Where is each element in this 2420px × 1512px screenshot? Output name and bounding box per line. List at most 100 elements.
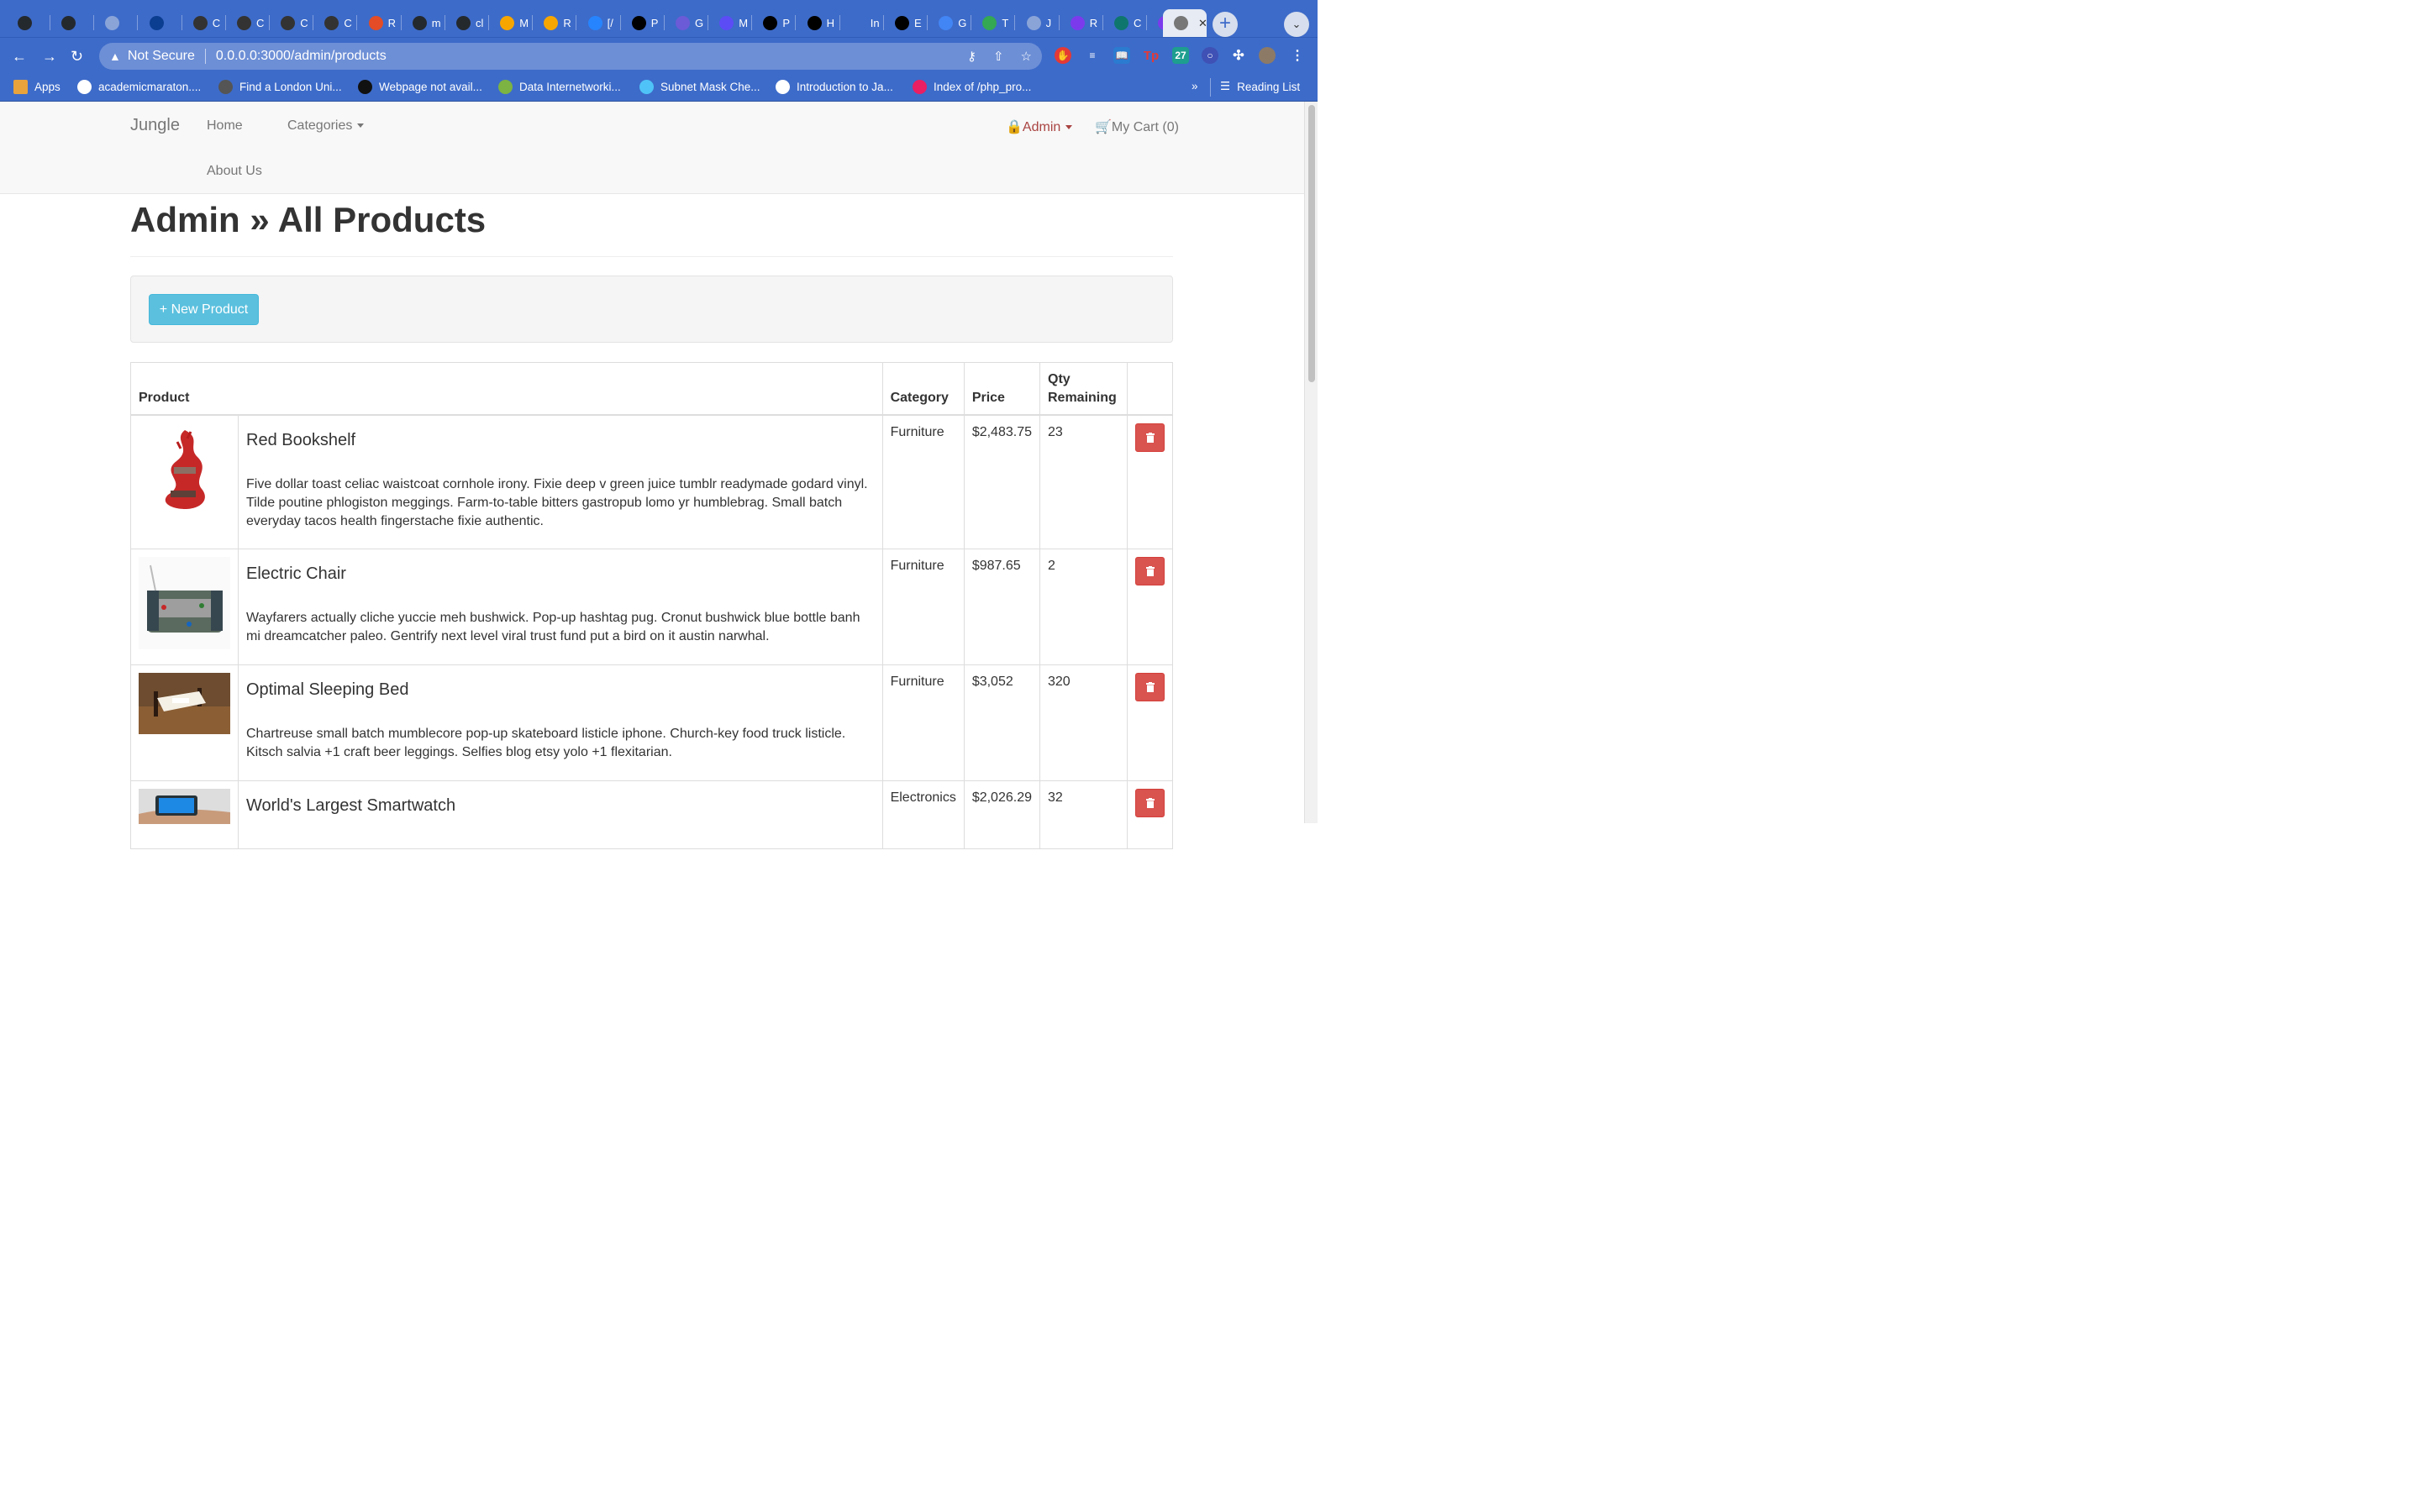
site-brand[interactable]: Jungle bbox=[130, 116, 180, 135]
apps-grid-icon bbox=[13, 80, 28, 94]
bookmark-item[interactable]: Webpage not avail... bbox=[358, 80, 482, 94]
x-icon bbox=[763, 16, 778, 30]
browser-tab[interactable]: J bbox=[1016, 9, 1060, 37]
nav-categories-label: Categories bbox=[287, 118, 353, 133]
product-name[interactable]: Optimal Sleeping Bed bbox=[246, 680, 875, 699]
product-price: $3,052 bbox=[963, 664, 1041, 781]
browser-tab[interactable] bbox=[50, 9, 95, 37]
bookmark-item[interactable]: Index of /php_pro... bbox=[913, 80, 1031, 94]
browser-tab[interactable]: H bbox=[797, 9, 840, 37]
reader-extension-icon[interactable]: 📖 bbox=[1113, 47, 1130, 64]
warning-icon[interactable]: ▲ bbox=[109, 50, 121, 63]
browser-tab[interactable]: P bbox=[621, 9, 665, 37]
product-info-cell: Red Bookshelf Five dollar toast celiac w… bbox=[238, 414, 883, 549]
browser-tab[interactable]: [/ bbox=[577, 9, 621, 37]
browser-tab[interactable]: R bbox=[533, 9, 577, 37]
browser-tab[interactable] bbox=[94, 9, 139, 37]
tp-extension-icon[interactable]: Tp bbox=[1143, 47, 1160, 64]
products-table: Product Category Price Qty Remaining Red… bbox=[130, 362, 1173, 849]
delete-button[interactable] bbox=[1135, 557, 1165, 585]
nyt-icon bbox=[358, 80, 372, 94]
share-icon[interactable]: ⇧ bbox=[993, 49, 1004, 64]
stop-extension-icon[interactable]: ✋ bbox=[1055, 47, 1071, 64]
nav-categories[interactable]: Categories bbox=[287, 118, 365, 134]
browser-tab[interactable]: R bbox=[358, 9, 402, 37]
star-icon[interactable]: ☆ bbox=[1021, 49, 1032, 64]
browser-tab[interactable]: T bbox=[971, 9, 1016, 37]
puzzle-icon[interactable]: ✣ bbox=[1230, 47, 1247, 64]
browser-tab[interactable]: m bbox=[402, 9, 445, 37]
tab-active[interactable]: ✕ bbox=[1163, 9, 1207, 37]
nav-about[interactable]: About Us bbox=[207, 164, 262, 179]
circle-extension-icon[interactable]: ○ bbox=[1202, 47, 1218, 64]
delete-button[interactable] bbox=[1135, 789, 1165, 817]
browser-tab[interactable]: M bbox=[489, 9, 534, 37]
browser-tab[interactable]: C bbox=[182, 9, 226, 37]
browser-tab[interactable] bbox=[7, 9, 50, 37]
back-arrow-icon[interactable]: ← bbox=[12, 48, 27, 66]
bookmark-item[interactable]: Introduction to Ja... bbox=[776, 80, 893, 94]
product-name[interactable]: Red Bookshelf bbox=[246, 431, 875, 449]
red-bookshelf-image bbox=[139, 423, 230, 516]
tab-label: T bbox=[1002, 17, 1009, 29]
caret-down-icon bbox=[1065, 125, 1073, 130]
browser-tab[interactable]: E bbox=[884, 9, 928, 37]
address-bar[interactable]: ▲ Not Secure 0.0.0.0:3000/admin/products… bbox=[99, 43, 1042, 70]
nav-cart[interactable]: 🛒My Cart (0) bbox=[1095, 118, 1179, 135]
menu-dots-icon[interactable]: ⋮ bbox=[1289, 47, 1306, 64]
browser-tab[interactable] bbox=[139, 9, 182, 37]
browser-tab[interactable]: C bbox=[313, 9, 358, 37]
new-tab-button[interactable]: + bbox=[1213, 12, 1238, 37]
product-name[interactable]: World's Largest Smartwatch bbox=[246, 796, 875, 815]
nav-cart-label: My Cart (0) bbox=[1111, 120, 1179, 134]
chart-icon bbox=[544, 16, 559, 30]
tab-label: [/ bbox=[607, 17, 613, 29]
calendar-extension-icon[interactable]: 27 bbox=[1172, 47, 1189, 64]
bookmark-item[interactable]: Find a London Uni... bbox=[218, 80, 342, 94]
list-extension-icon[interactable]: ≡ bbox=[1084, 47, 1101, 64]
nav-admin[interactable]: 🔒Admin bbox=[1006, 118, 1073, 135]
x-icon bbox=[895, 16, 909, 30]
table-row: Red Bookshelf Five dollar toast celiac w… bbox=[130, 414, 1173, 549]
nav-home[interactable]: Home bbox=[207, 118, 243, 134]
browser-tab[interactable]: In bbox=[840, 9, 884, 37]
delete-button[interactable] bbox=[1135, 673, 1165, 701]
bookmark-item[interactable]: Data Internetworki... bbox=[498, 80, 621, 94]
tab-search-button[interactable]: ⌄ bbox=[1284, 12, 1309, 37]
tab-label: cl bbox=[476, 17, 484, 29]
browser-tab[interactable]: G bbox=[665, 9, 708, 37]
reload-icon[interactable]: ↻ bbox=[71, 48, 83, 66]
product-name[interactable]: Electric Chair bbox=[246, 564, 875, 583]
bookmark-item[interactable]: Subnet Mask Che... bbox=[639, 80, 760, 94]
reading-list-button[interactable]: ☰ Reading List bbox=[1220, 80, 1300, 93]
smartwatch-image bbox=[139, 789, 230, 824]
url-text[interactable]: 0.0.0.0:3000/admin/products bbox=[216, 49, 387, 64]
browser-tab[interactable]: M bbox=[708, 9, 753, 37]
security-status[interactable]: Not Secure bbox=[128, 49, 195, 64]
key-icon[interactable]: ⚷ bbox=[967, 49, 976, 64]
new-product-button[interactable]: + New Product bbox=[149, 294, 259, 325]
bookmark-apps[interactable]: Apps bbox=[13, 80, 60, 94]
browser-tab[interactable]: C bbox=[1103, 9, 1147, 37]
browser-tab[interactable]: P bbox=[752, 9, 797, 37]
bookmark-item[interactable]: academicmaraton.... bbox=[77, 80, 201, 94]
browser-tab[interactable]: C bbox=[270, 9, 314, 37]
browser-tab[interactable]: C bbox=[226, 9, 270, 37]
browser-tab[interactable]: R bbox=[1060, 9, 1103, 37]
profile-avatar[interactable] bbox=[1259, 47, 1276, 64]
delete-button[interactable] bbox=[1135, 423, 1165, 452]
bookmarks-overflow[interactable]: » bbox=[1192, 80, 1198, 92]
nav-admin-label: Admin bbox=[1022, 120, 1061, 134]
table-row: World's Largest Smartwatch Electronics $… bbox=[130, 780, 1173, 849]
forward-arrow-icon[interactable]: → bbox=[42, 48, 57, 66]
page-scrollbar[interactable] bbox=[1304, 102, 1318, 823]
close-tab-icon[interactable]: ✕ bbox=[1198, 17, 1207, 30]
product-actions bbox=[1127, 780, 1173, 849]
browser-tab[interactable]: G bbox=[928, 9, 972, 37]
browser-tab-strip: CCCCRmclMR[/PGMPHInEGTJRCR✕ bbox=[0, 0, 1318, 37]
site-navbar: Jungle Home Categories About Us 🔒Admin 🛒… bbox=[0, 102, 1304, 194]
browser-tab[interactable]: cl bbox=[445, 9, 489, 37]
scrollbar-thumb[interactable] bbox=[1308, 105, 1315, 382]
reading-list-icon: ☰ bbox=[1220, 80, 1231, 92]
tab-label: R bbox=[1089, 17, 1098, 29]
